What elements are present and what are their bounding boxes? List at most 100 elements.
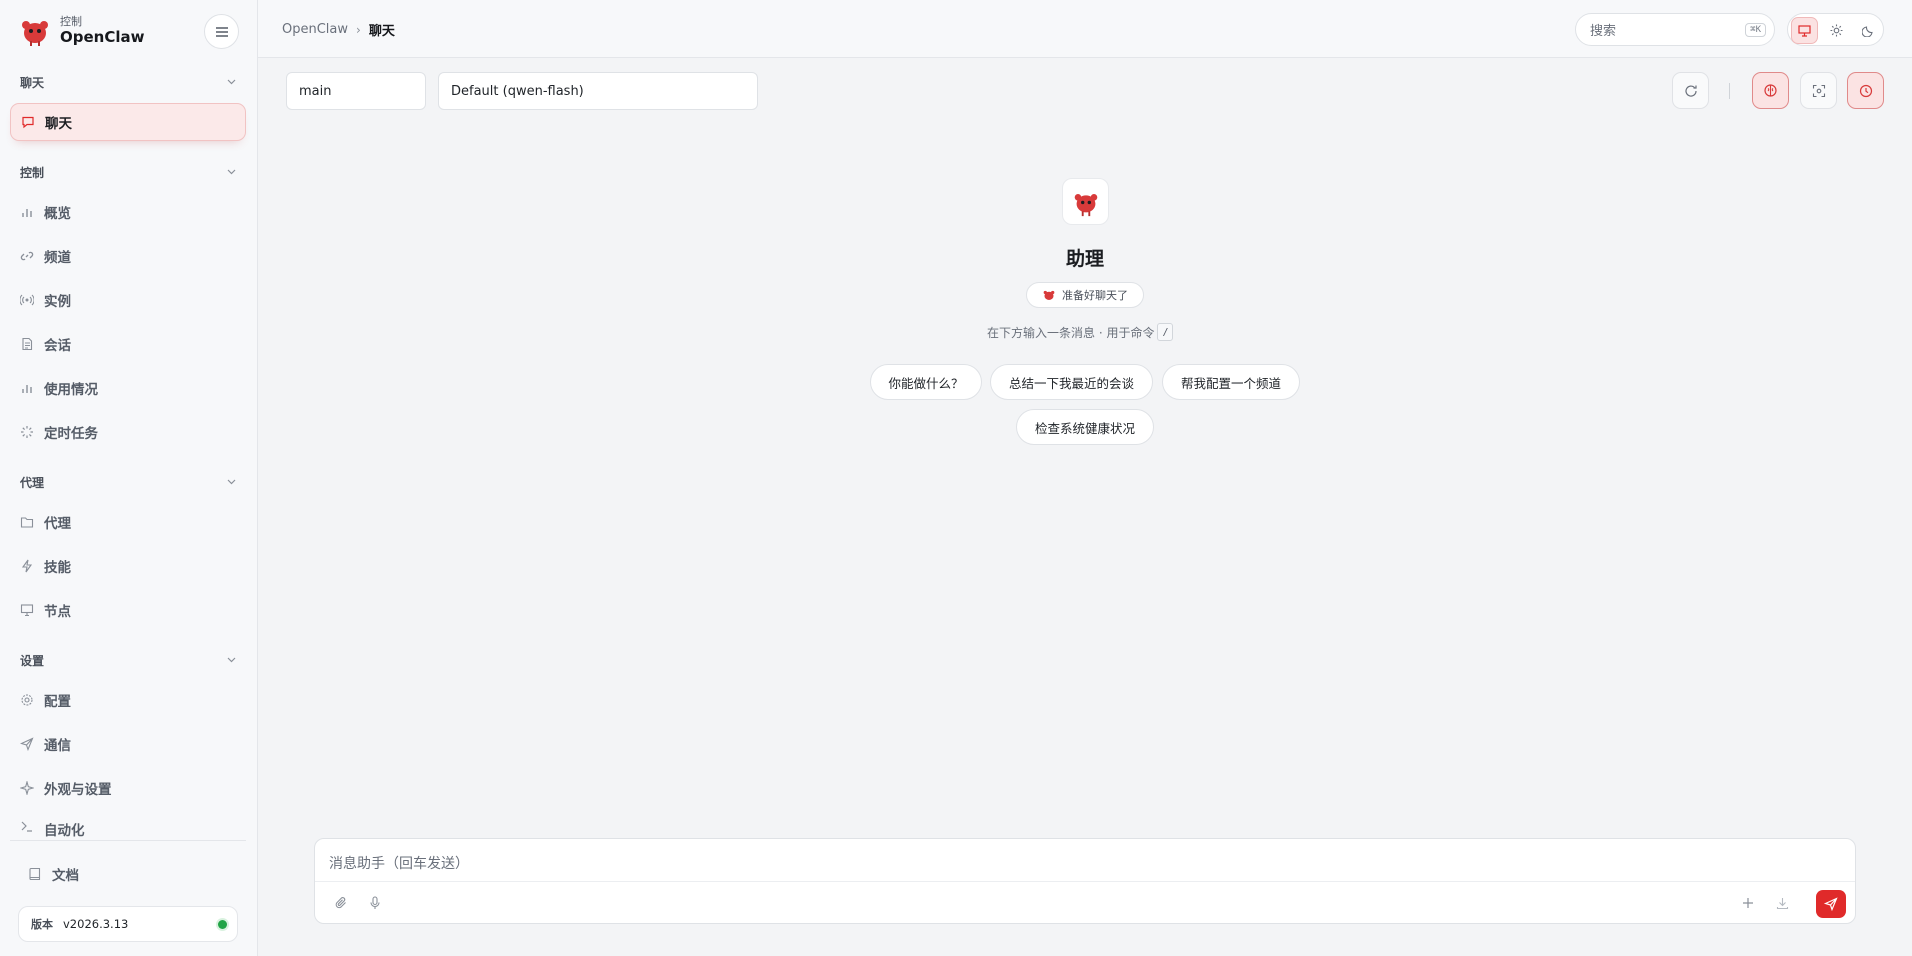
welcome-title: 助理 xyxy=(1065,248,1104,270)
theme-toggle xyxy=(1787,13,1884,46)
radio-signal-icon xyxy=(20,294,34,306)
plus-icon xyxy=(1743,898,1753,908)
monitor-icon xyxy=(20,604,34,617)
sidebar-item-label: 概览 xyxy=(44,206,71,222)
sidebar-item-label: 自动化 xyxy=(44,823,85,839)
session-select[interactable]: main xyxy=(286,72,426,110)
new-session-button[interactable] xyxy=(1736,891,1760,915)
version-label: 版本 xyxy=(31,918,53,931)
brand-name: OpenClaw xyxy=(60,28,145,46)
openclaw-logo-icon xyxy=(1074,193,1097,216)
sidebar-collapse-button[interactable] xyxy=(204,14,239,49)
breadcrumb-root[interactable]: OpenClaw xyxy=(282,22,348,37)
chat-bubble-icon xyxy=(22,116,34,129)
ready-badge: 准备好聊天了 xyxy=(1026,282,1144,308)
theme-dark-button[interactable] xyxy=(1854,17,1881,44)
sidebar-item-sessions[interactable]: 会话 xyxy=(10,325,246,363)
focus-icon xyxy=(1812,84,1825,97)
suggestion-chip[interactable]: 帮我配置一个频道 xyxy=(1162,364,1300,400)
bar-chart-icon xyxy=(22,209,32,217)
refresh-button[interactable] xyxy=(1672,72,1709,109)
suggestion-chip[interactable]: 检查系统健康状况 xyxy=(1016,409,1154,445)
command-key: / xyxy=(1157,323,1174,341)
history-button[interactable] xyxy=(1847,72,1884,109)
sidebar-item-label: 配置 xyxy=(44,694,71,710)
send-icon xyxy=(20,737,34,751)
breadcrumb: OpenClaw › 聊天 xyxy=(282,20,395,39)
section-settings[interactable]: 设置 xyxy=(20,652,236,668)
search-input[interactable]: 搜索 ⌘K xyxy=(1575,13,1775,46)
search-placeholder: 搜索 xyxy=(1590,24,1617,39)
book-icon xyxy=(29,867,41,881)
ready-badge-text: 准备好聊天了 xyxy=(1062,289,1128,302)
sidebar-item-skills[interactable]: 技能 xyxy=(10,547,246,585)
voice-button[interactable] xyxy=(363,891,387,915)
docs-label: 文档 xyxy=(52,868,79,884)
openclaw-logo-icon xyxy=(22,21,48,46)
status-dot xyxy=(218,920,227,929)
sidebar-item-chat[interactable]: 聊天 xyxy=(10,103,246,141)
sidebar-item-usage[interactable]: 使用情况 xyxy=(10,369,246,407)
monitor-icon xyxy=(1798,24,1811,37)
message-input[interactable]: 消息助手（回车发送） xyxy=(329,853,469,873)
sidebar-item-docs[interactable]: 文档 xyxy=(28,864,79,884)
sidebar-item-instances[interactable]: 实例 xyxy=(10,281,246,319)
chevron-down-icon xyxy=(227,169,236,175)
sidebar-item-communication[interactable]: 通信 xyxy=(10,725,246,763)
sidebar-item-config[interactable]: 配置 xyxy=(10,681,246,719)
focus-mode-button[interactable] xyxy=(1800,72,1837,109)
version-badge: 版本 v2026.3.13 xyxy=(18,906,238,942)
input-hint: 在下方输入一条消息 · 用于命令 / xyxy=(987,323,1174,341)
section-chat[interactable]: 聊天 xyxy=(20,74,236,90)
sidebar-item-label: 节点 xyxy=(44,604,71,620)
sidebar-item-label: 聊天 xyxy=(45,116,72,132)
sidebar-item-automation[interactable]: 自动化 xyxy=(10,813,246,839)
export-button[interactable] xyxy=(1770,891,1794,915)
openclaw-logo-icon xyxy=(1043,290,1055,300)
model-select[interactable]: Default (qwen-flash) xyxy=(438,72,758,110)
message-composer: 消息助手（回车发送） xyxy=(314,838,1856,924)
section-title: 设置 xyxy=(20,653,45,668)
folder-icon xyxy=(20,517,34,528)
version-value: v2026.3.13 xyxy=(63,917,129,931)
sidebar-item-label: 使用情况 xyxy=(44,382,98,398)
sidebar-item-agents[interactable]: 代理 xyxy=(10,503,246,541)
loader-icon xyxy=(21,426,33,438)
attach-button[interactable] xyxy=(329,891,353,915)
send-icon xyxy=(1824,897,1838,911)
toolbar-divider xyxy=(1729,83,1730,99)
refresh-icon xyxy=(1684,84,1697,97)
section-title: 聊天 xyxy=(20,75,45,90)
assistant-avatar xyxy=(1062,178,1109,225)
sidebar-item-label: 技能 xyxy=(44,560,71,576)
theme-system-button[interactable] xyxy=(1791,17,1818,44)
brain-icon xyxy=(1764,84,1777,97)
document-icon xyxy=(22,337,33,351)
suggestion-chip[interactable]: 你能做什么？ xyxy=(870,364,982,400)
sidebar-item-label: 代理 xyxy=(44,516,71,532)
thinking-toggle-button[interactable] xyxy=(1752,72,1789,109)
sidebar-item-cron[interactable]: 定时任务 xyxy=(10,413,246,451)
section-title: 控制 xyxy=(20,165,45,180)
brand-subtitle: 控制 xyxy=(60,15,82,28)
brand[interactable]: 控制 OpenClaw xyxy=(18,14,144,48)
menu-icon xyxy=(215,26,228,37)
section-control[interactable]: 控制 xyxy=(20,164,236,180)
search-shortcut: ⌘K xyxy=(1745,23,1766,37)
download-icon xyxy=(1776,897,1788,909)
sidebar-item-overview[interactable]: 概览 xyxy=(10,193,246,231)
input-hint-text: 在下方输入一条消息 · 用于命令 xyxy=(987,325,1155,340)
paperclip-icon xyxy=(335,897,346,909)
suggestion-chip[interactable]: 总结一下我最近的会谈 xyxy=(990,364,1153,400)
sidebar-divider xyxy=(10,840,246,841)
section-agents[interactable]: 代理 xyxy=(20,474,236,490)
bar-chart-icon xyxy=(22,385,32,393)
sidebar-item-appearance[interactable]: 外观与设置 xyxy=(10,769,246,807)
composer-divider xyxy=(315,881,1855,882)
microphone-icon xyxy=(370,896,380,909)
sidebar-item-label: 会话 xyxy=(44,338,71,354)
theme-light-button[interactable] xyxy=(1823,17,1850,44)
sidebar-item-nodes[interactable]: 节点 xyxy=(10,591,246,629)
sidebar-item-label: 通信 xyxy=(44,738,71,754)
send-button[interactable] xyxy=(1816,890,1846,918)
